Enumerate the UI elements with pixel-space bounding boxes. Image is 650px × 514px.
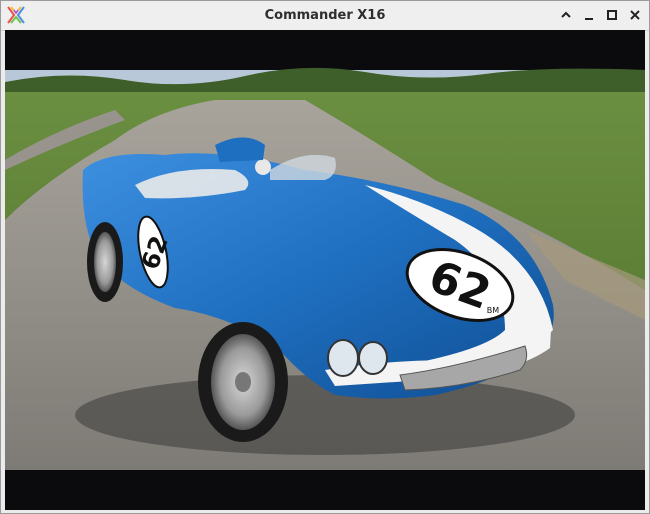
minimize-icon[interactable]	[582, 8, 596, 22]
window-title: Commander X16	[264, 8, 386, 23]
maximize-icon[interactable]	[605, 8, 619, 22]
title-bar[interactable]: Commander X16	[1, 1, 649, 31]
emulator-window: Commander X16 62 BM 62	[0, 0, 650, 514]
car-photo: 62 BM 62	[5, 30, 645, 510]
hood-plate-text: BM	[487, 306, 499, 315]
chevron-up-icon[interactable]	[559, 8, 573, 22]
window-bottom-edge	[1, 510, 649, 513]
emulator-screen[interactable]: 62 BM 62	[5, 30, 645, 510]
close-icon[interactable]	[628, 8, 642, 22]
